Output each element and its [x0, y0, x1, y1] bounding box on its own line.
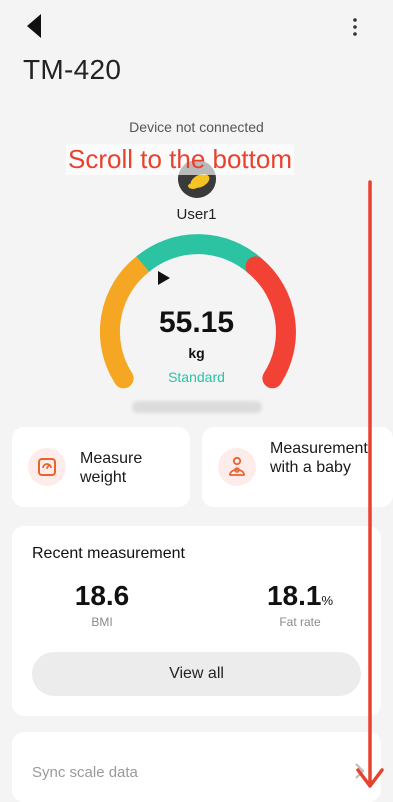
back-arrow-icon	[27, 14, 41, 38]
recent-measurement-card: Recent measurement 18.6 BMI 18.1% Fat ra…	[12, 526, 381, 716]
bmi-value: 18.6	[74, 580, 130, 611]
weight-category: Standard	[168, 369, 225, 385]
page-title: TM-420	[23, 54, 122, 85]
scroll-instruction: Scroll to the bottom	[66, 144, 294, 175]
view-all-button[interactable]: View all	[32, 652, 361, 696]
more-vertical-icon	[353, 18, 357, 36]
fat-rate-unit: %	[321, 593, 334, 608]
gauge-segment-standard	[136, 234, 263, 275]
down-arrow-icon	[356, 180, 384, 788]
weight-value: 55.15	[158, 306, 235, 339]
user-name: User1	[176, 206, 217, 223]
blurred-timestamp	[132, 401, 262, 413]
more-options-button[interactable]	[344, 16, 366, 38]
scale-icon	[28, 448, 66, 486]
gauge-pointer	[158, 271, 170, 285]
measure-weight-button[interactable]: Measure weight	[12, 427, 190, 507]
fat-rate-value: 18.1%	[238, 580, 362, 612]
fat-rate-label: Fat rate	[279, 615, 321, 629]
connection-status: Device not connected	[129, 119, 264, 135]
back-button[interactable]	[22, 12, 46, 40]
measure-weight-label: Measure weight	[80, 450, 143, 486]
baby-icon	[218, 448, 256, 486]
sync-scale-data-label: Sync scale data	[32, 764, 138, 781]
fat-rate-number: 18.1	[266, 580, 322, 611]
sync-scale-data-item[interactable]: Sync scale data	[12, 732, 381, 802]
recent-measurement-title: Recent measurement	[32, 545, 185, 562]
bmi-label: BMI	[91, 615, 113, 629]
measure-baby-label: Measurement with a baby	[270, 440, 368, 476]
weight-unit: kg	[188, 345, 205, 361]
